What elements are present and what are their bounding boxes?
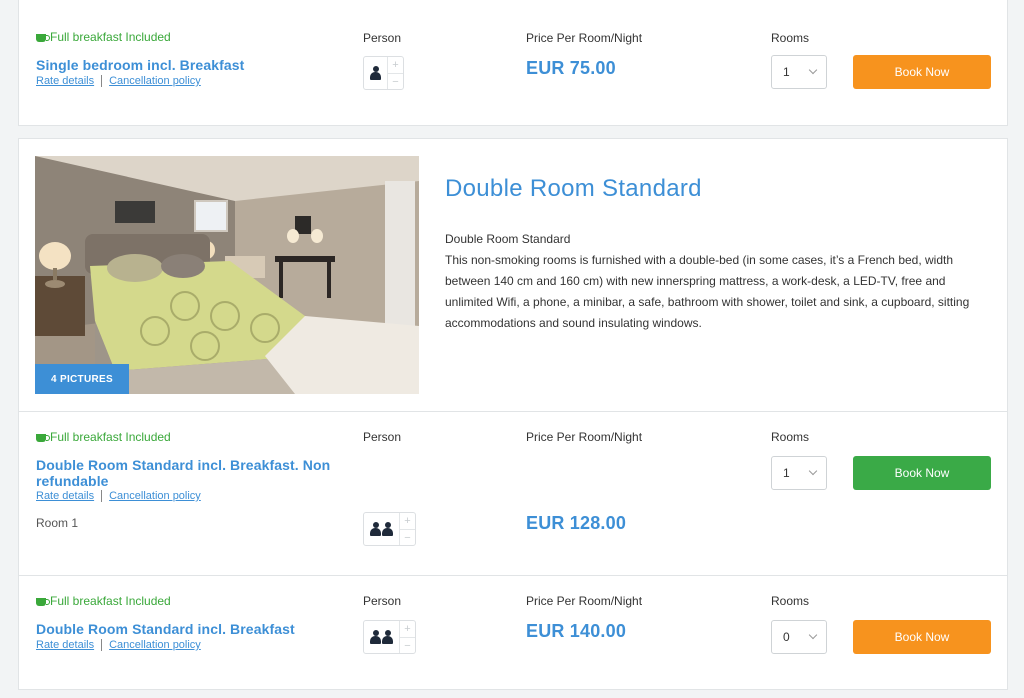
coffee-cup-icon [36,33,50,42]
person-stepper: + − [399,621,415,653]
person-header: Person [363,430,402,444]
person-selector: + − [363,56,404,90]
divider [101,75,103,87]
rooms-header: Rooms [771,31,810,45]
person-icon [382,630,393,644]
person-stepper: + − [387,57,403,89]
coffee-cup-icon [36,597,50,606]
plus-button[interactable]: + [400,621,415,637]
person-stepper: + − [399,513,415,545]
book-now-button[interactable]: Book Now [853,620,991,654]
breakfast-tag: Full breakfast Included [36,430,171,444]
price: EUR 140.00 [526,621,627,641]
rate-links: Rate details Cancellation policy [36,639,201,651]
person-icon [382,522,393,536]
person-icons [364,621,399,653]
person-icons [364,513,399,545]
rate-links: Rate details Cancellation policy [36,75,201,87]
cancellation-policy-link[interactable]: Cancellation policy [109,639,201,651]
rooms-select[interactable]: 0 [771,620,827,654]
room-card-double-standard: 4 PICTURES Double Room Standard Double R… [18,138,1008,690]
divider [101,639,103,651]
cancellation-policy-link[interactable]: Cancellation policy [109,490,201,502]
price: EUR 128.00 [526,513,627,533]
cancellation-policy-link[interactable]: Cancellation policy [109,75,201,87]
person-selector: + − [363,620,416,654]
price-header: Price Per Room/Night [526,31,643,45]
plus-button[interactable]: + [388,57,403,73]
minus-button[interactable]: − [400,529,415,546]
person-header: Person [363,31,402,45]
price: EUR 75.00 [526,58,616,78]
person-selector: + − [363,512,416,546]
coffee-cup-icon [36,433,50,442]
rooms-select[interactable]: 1 [771,55,827,89]
room-description: This non-smoking rooms is furnished with… [445,253,970,330]
rate-links: Rate details Cancellation policy [36,490,201,502]
room-number-label: Room 1 [36,516,79,530]
room-subtitle: Double Room Standard [445,232,571,246]
book-now-button[interactable]: Book Now [853,456,991,490]
pictures-badge[interactable]: 4 PICTURES [35,364,129,394]
rooms-header: Rooms [771,430,810,444]
rooms-header: Rooms [771,594,810,608]
rate-title[interactable]: Double Room Standard incl. Breakfast. No… [36,457,336,489]
person-icon [370,66,381,80]
plus-button[interactable]: + [400,513,415,529]
book-now-button[interactable]: Book Now [853,55,991,89]
breakfast-tag: Full breakfast Included [36,30,171,44]
bedroom-image [35,156,419,394]
rate-title[interactable]: Single bedroom incl. Breakfast [36,57,244,73]
person-icon [370,630,381,644]
divider [101,490,103,502]
rate-card-single: Full breakfast Included Person Price Per… [18,0,1008,126]
chevron-down-icon [808,466,818,476]
chevron-down-icon [808,65,818,75]
price-header: Price Per Room/Night [526,594,643,608]
chevron-down-icon [808,630,818,640]
person-header: Person [363,594,402,608]
person-icon [370,522,381,536]
divider [19,575,1007,576]
room-heading: Double Room Standard [445,175,702,202]
rate-details-link[interactable]: Rate details [36,75,94,87]
breakfast-tag: Full breakfast Included [36,594,171,608]
rooms-select[interactable]: 1 [771,456,827,490]
minus-button[interactable]: − [400,637,415,654]
rate-title[interactable]: Double Room Standard incl. Breakfast [36,621,295,637]
room-photo[interactable]: 4 PICTURES [35,156,419,394]
divider [19,411,1007,412]
price-header: Price Per Room/Night [526,430,643,444]
rate-details-link[interactable]: Rate details [36,490,94,502]
minus-button[interactable]: − [388,73,403,90]
rate-details-link[interactable]: Rate details [36,639,94,651]
person-icons [364,57,387,89]
